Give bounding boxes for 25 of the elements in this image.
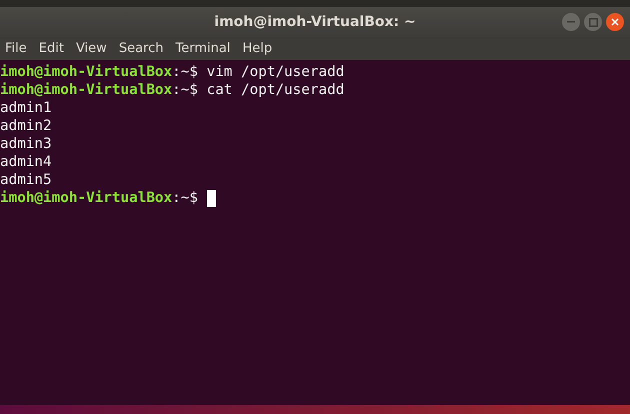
prompt-user-host: imoh@imoh-VirtualBox: [0, 189, 172, 207]
output-line: admin4: [0, 153, 52, 171]
prompt-path: :~$: [172, 189, 198, 207]
minimize-button[interactable]: [562, 13, 580, 31]
minimize-icon: [567, 21, 575, 23]
prompt-user-host: imoh@imoh-VirtualBox: [0, 63, 172, 81]
prompt-path: :~$: [172, 81, 198, 99]
menu-item[interactable]: Terminal: [175, 41, 230, 56]
command-text: cat /opt/useradd: [206, 81, 344, 99]
command-text: vim /opt/useradd: [206, 63, 344, 81]
close-button[interactable]: [606, 13, 624, 31]
close-icon: [611, 18, 619, 26]
output-line: admin1: [0, 99, 52, 117]
menu-item[interactable]: Help: [242, 41, 272, 56]
maximize-icon: [588, 18, 598, 26]
menu-item[interactable]: Search: [118, 41, 164, 56]
prompt-user-host: imoh@imoh-VirtualBox: [0, 81, 172, 99]
output-line: admin2: [0, 117, 52, 135]
menu-item[interactable]: View: [76, 41, 107, 56]
menu-item[interactable]: File: [5, 41, 27, 56]
window-title: imoh@imoh-VirtualBox: ~: [214, 14, 416, 30]
menu-item[interactable]: Edit: [38, 41, 64, 56]
output-line: admin5: [0, 171, 52, 189]
prompt-path: :~$: [172, 63, 198, 81]
output-line: admin3: [0, 135, 52, 153]
